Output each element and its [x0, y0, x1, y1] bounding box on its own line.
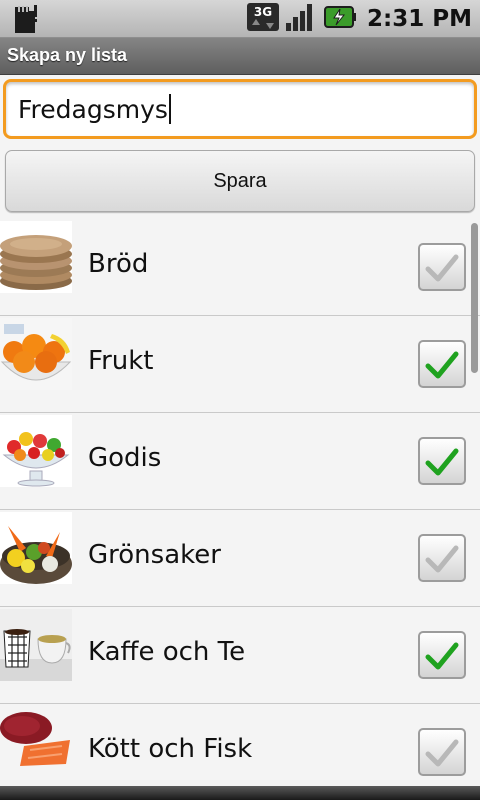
list-item-label: Kött och Fisk [88, 734, 253, 764]
checkmark-icon [425, 545, 459, 573]
checkmark-icon [425, 739, 459, 767]
checkbox[interactable] [418, 631, 466, 679]
bottom-edge [0, 786, 480, 800]
checkmark-icon [425, 351, 459, 379]
signal-icon [285, 1, 317, 37]
list-item[interactable]: Kaffe och Te [0, 607, 480, 704]
checkmark-icon [425, 642, 459, 670]
checkmark-icon [425, 254, 459, 282]
list-item-label: Frukt [88, 346, 154, 376]
candy-image [0, 415, 72, 487]
list-item-label: Kaffe och Te [88, 637, 246, 667]
text-caret [168, 94, 171, 124]
checkmark-icon [425, 448, 459, 476]
bread-image [0, 221, 72, 293]
status-bar: 3G 2:31 PM [0, 0, 480, 38]
list-item[interactable]: Grönsaker [0, 510, 480, 607]
checkbox[interactable] [418, 340, 466, 388]
scrollbar[interactable] [471, 223, 478, 373]
coffee-tea-image [0, 609, 72, 681]
list-item-label: Bröd [88, 249, 149, 279]
list-item[interactable]: Kött och Fisk [0, 704, 480, 786]
svg-text:3G: 3G [254, 5, 272, 19]
list-item[interactable]: Bröd [0, 219, 480, 316]
battery-charging-icon [323, 5, 357, 33]
category-list: Bröd Frukt Godis Grönsaker Kaffe och Te … [0, 219, 480, 786]
save-button[interactable]: Spara [5, 150, 475, 212]
page-title: Skapa ny lista [7, 45, 128, 65]
vegetables-image [0, 512, 72, 584]
list-name-value: Fredagsmys [18, 95, 168, 124]
list-item[interactable]: Godis [0, 413, 480, 510]
clock: 2:31 PM [367, 6, 472, 32]
sd-card-icon [10, 3, 42, 39]
list-item-label: Godis [88, 443, 162, 473]
checkbox[interactable] [418, 728, 466, 776]
checkbox[interactable] [418, 437, 466, 485]
meat-fish-image [0, 706, 72, 778]
title-bar: Skapa ny lista [0, 38, 480, 75]
list-name-input[interactable]: Fredagsmys [3, 79, 477, 139]
list-item-label: Grönsaker [88, 540, 221, 570]
network-3g-icon: 3G [247, 1, 280, 37]
checkbox[interactable] [418, 243, 466, 291]
checkbox[interactable] [418, 534, 466, 582]
list-item[interactable]: Frukt [0, 316, 480, 413]
fruit-image [0, 318, 72, 390]
